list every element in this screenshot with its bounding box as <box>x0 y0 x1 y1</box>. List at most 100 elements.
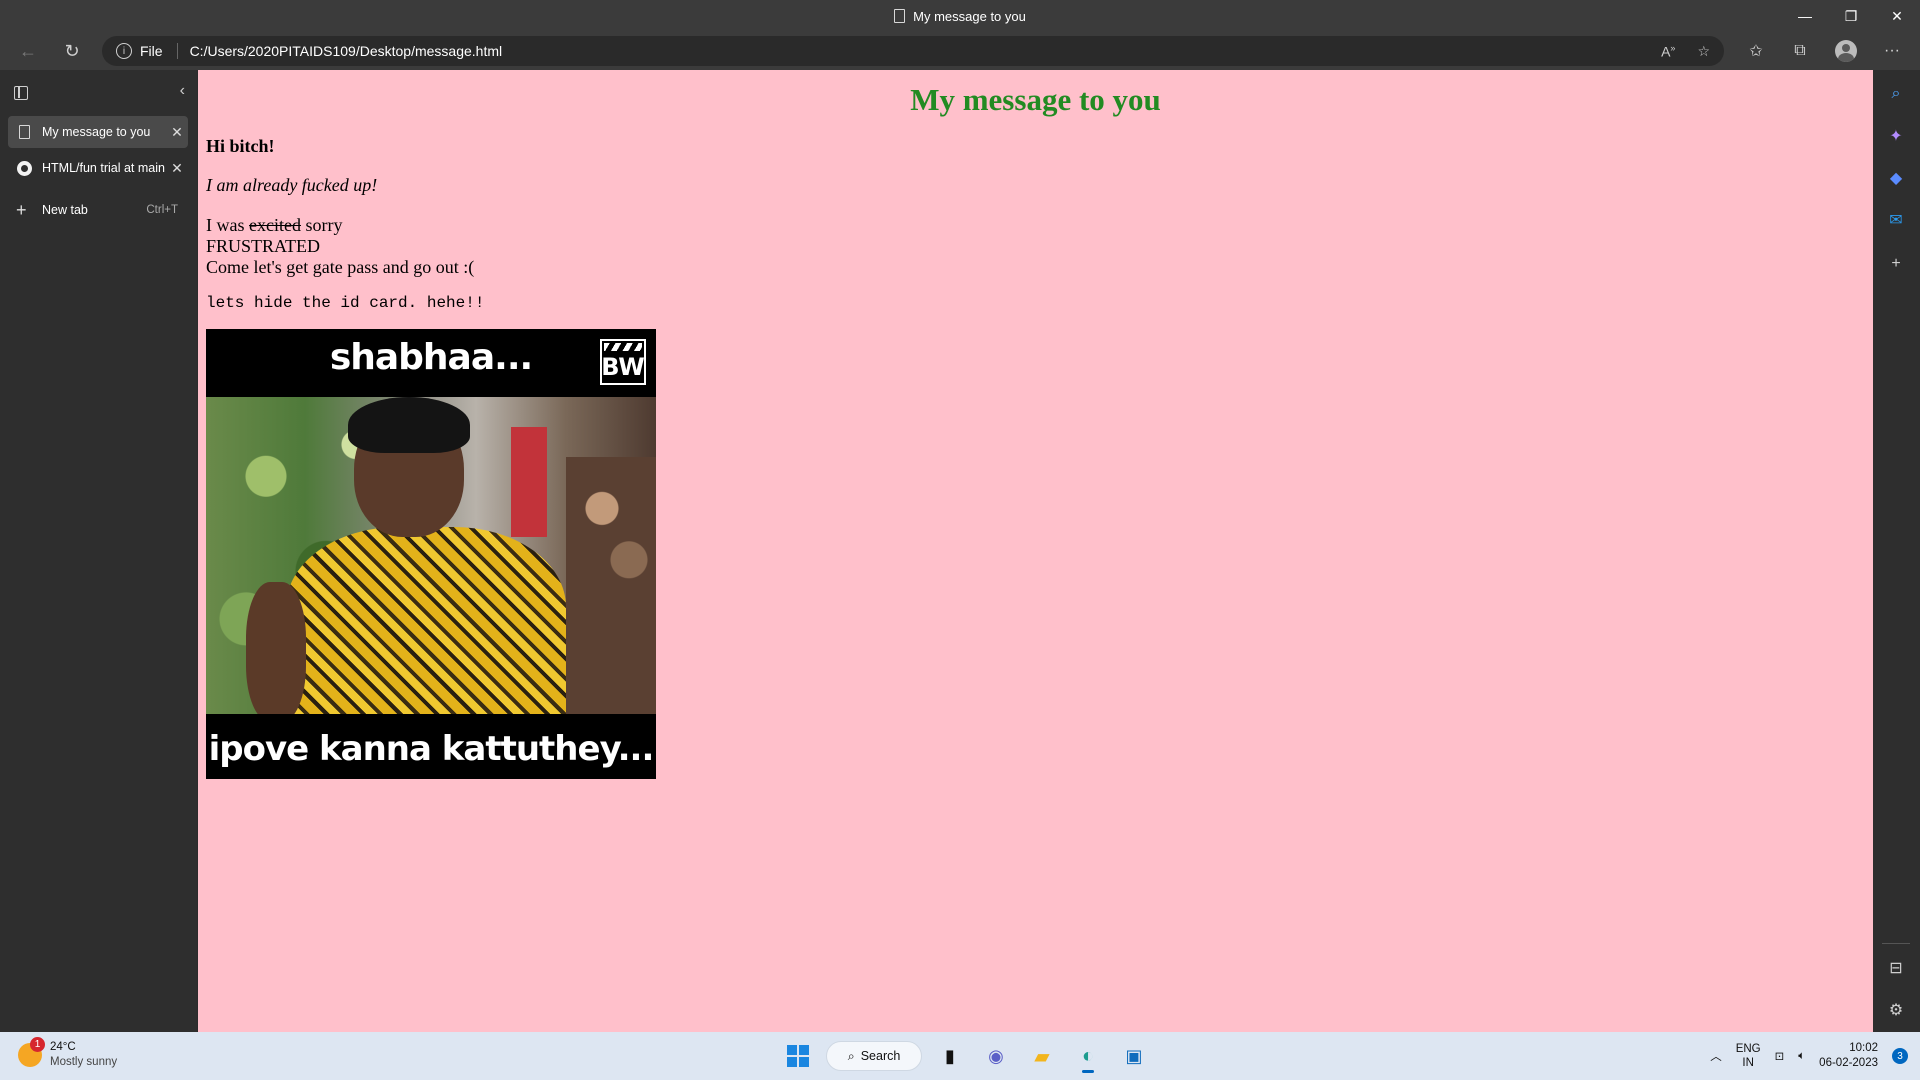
clock-date: 06-02-2023 <box>1819 1057 1878 1069</box>
new-tab-label: New tab <box>42 203 88 217</box>
divider <box>176 43 178 59</box>
tab-github[interactable]: HTML/fun trial at main ✕ <box>8 152 188 184</box>
taskbar-apps: ⌕ Search ▮ ◉ ▰ ◐ ▣ <box>780 1038 1152 1074</box>
divider <box>1882 943 1910 944</box>
url-text[interactable]: C:/Users/2020PITAIDS109/Desktop/message.… <box>190 43 503 59</box>
minimize-button[interactable]: — <box>1782 0 1828 32</box>
taskbar: 1 24°C Mostly sunny ⌕ Search ▮ ◉ ▰ ◐ ▣ ︿… <box>0 1032 1920 1080</box>
favorites-button[interactable]: ✩ <box>1742 37 1770 65</box>
hair <box>348 397 470 453</box>
task-view-button[interactable]: ▮ <box>932 1038 968 1074</box>
collections-icon: ⧉ <box>1794 42 1806 59</box>
weather-desc: Mostly sunny <box>50 1056 118 1068</box>
ellipsis-icon: ··· <box>1884 42 1900 59</box>
volume-icon[interactable]: 🔈︎ <box>1798 1050 1805 1063</box>
edge-icon: ◐ <box>1081 1044 1095 1067</box>
search-icon: ⌕ <box>847 1048 855 1063</box>
chevron-up-icon[interactable]: ︿ <box>1710 1048 1722 1064</box>
vertical-tabs-pane: ‹ My message to you ✕ HTML/fun trial at … <box>0 70 197 1032</box>
restore-button[interactable]: ❐ <box>1828 0 1874 32</box>
back-arrow-icon: ← <box>19 40 37 61</box>
tab-label: HTML/fun trial at main <box>42 161 165 175</box>
file-explorer-button[interactable]: ▰ <box>1024 1038 1060 1074</box>
edge-sidebar: ⌕ ✦ ◆ ✉ + ⊟ ⚙ <box>1873 70 1920 1032</box>
task-view-icon: ▮ <box>945 1045 955 1066</box>
start-button[interactable] <box>780 1038 816 1074</box>
line-excited: I was excited sorry <box>206 215 474 236</box>
collections-button[interactable]: ⧉ <box>1786 37 1814 65</box>
red-sign <box>511 427 547 537</box>
outlook-icon[interactable]: ✉ <box>1882 206 1910 234</box>
new-tab-shortcut: Ctrl+T <box>146 204 178 216</box>
monospace-text: lets hide the id card. hehe!! <box>206 294 485 312</box>
lang-top: ENG <box>1735 1043 1761 1055</box>
system-tray: ︿ ENG IN ⊡ 🔈︎ 10:02 06-02-2023 3 <box>1710 1038 1908 1074</box>
window-title: My message to you <box>0 0 1920 32</box>
notification-badge[interactable]: 3 <box>1892 1048 1908 1064</box>
address-bar[interactable]: i File C:/Users/2020PITAIDS109/Desktop/m… <box>102 36 1724 66</box>
store-button[interactable]: ▣ <box>1116 1038 1152 1074</box>
line-suffix: sorry <box>300 215 343 235</box>
hide-sidebar-icon[interactable]: ⊟ <box>1882 954 1910 982</box>
new-tab-button[interactable]: + New tab Ctrl+T <box>8 194 188 226</box>
tabs-pane-header: ‹ <box>0 70 197 118</box>
add-favorite-icon[interactable]: ☆ <box>1697 43 1710 60</box>
github-icon <box>16 160 32 176</box>
page-content: My message to you Hi bitch! I am already… <box>198 70 1873 1032</box>
refresh-button[interactable]: ↻ <box>58 37 86 65</box>
weather-widget[interactable]: 1 24°C Mostly sunny <box>18 1037 117 1070</box>
search-icon[interactable]: ⌕ <box>1882 80 1910 108</box>
games-icon[interactable]: ◆ <box>1882 164 1910 192</box>
favorites-icon: ✩ <box>1749 43 1763 60</box>
close-tab-icon[interactable]: ✕ <box>166 124 188 141</box>
meme-top-caption: shabhaa... <box>329 337 533 378</box>
lang-bottom: IN <box>1742 1057 1754 1069</box>
struck-word: excited <box>249 215 301 235</box>
clock-time: 10:02 <box>1849 1042 1878 1054</box>
plus-icon: + <box>16 199 27 220</box>
collapse-pane-icon[interactable]: ‹ <box>180 82 185 100</box>
more-menu-button[interactable]: ··· <box>1878 37 1906 65</box>
language-indicator[interactable]: ENG IN <box>1736 1042 1761 1070</box>
italic-text: I am already fucked up! <box>206 175 378 195</box>
sparkle-icon[interactable]: ✦ <box>1882 122 1910 150</box>
close-window-button[interactable]: ✕ <box>1874 0 1920 32</box>
read-aloud-icon[interactable]: A» <box>1661 43 1675 60</box>
store-icon: ▣ <box>1125 1045 1143 1066</box>
meme-logo: BW <box>600 339 646 385</box>
message-paragraph: I was excited sorry FRUSTRATED Come let'… <box>206 215 474 278</box>
window-controls: — ❐ ✕ <box>1782 0 1920 32</box>
meme-bottom-caption: ipove kanna kattuthey... <box>208 729 655 769</box>
browser-toolbar: ← ↻ i File C:/Users/2020PITAIDS109/Deskt… <box>0 32 1920 70</box>
tab-my-message[interactable]: My message to you ✕ <box>8 116 188 148</box>
windows-logo-icon <box>787 1045 809 1067</box>
window-title-text: My message to you <box>913 8 1026 24</box>
refresh-icon: ↻ <box>64 40 80 61</box>
patterned-shirt <box>286 527 566 714</box>
settings-gear-icon[interactable]: ⚙ <box>1882 996 1910 1024</box>
tab-actions-icon[interactable] <box>14 86 28 100</box>
weather-temp: 24°C <box>50 1041 76 1053</box>
clock[interactable]: 10:02 06-02-2023 <box>1819 1041 1878 1071</box>
back-button[interactable]: ← <box>14 37 42 65</box>
line-prefix: I was <box>206 215 249 235</box>
close-tab-icon[interactable]: ✕ <box>166 160 188 177</box>
search-label: Search <box>860 1049 901 1063</box>
edge-button[interactable]: ◐ <box>1070 1038 1106 1074</box>
title-bar: My message to you — ❐ ✕ <box>0 0 1920 32</box>
address-bar-actions: A» ☆ <box>1661 36 1724 66</box>
document-icon <box>894 9 906 23</box>
page-heading: My message to you <box>910 82 1161 117</box>
add-sidebar-app-icon[interactable]: + <box>1882 250 1910 278</box>
document-icon <box>16 124 32 140</box>
avatar <box>1835 40 1857 62</box>
meme-photo <box>206 397 656 714</box>
info-icon[interactable]: i <box>116 43 132 59</box>
taskbar-search[interactable]: ⌕ Search <box>826 1041 922 1071</box>
background-crowd <box>566 457 656 714</box>
profile-button[interactable] <box>1832 37 1860 65</box>
weather-text: 24°C Mostly sunny <box>50 1040 117 1070</box>
network-icon[interactable]: ⊡ <box>1775 1049 1785 1063</box>
chat-button[interactable]: ◉ <box>978 1038 1014 1074</box>
folder-icon: ▰ <box>1034 1045 1050 1068</box>
